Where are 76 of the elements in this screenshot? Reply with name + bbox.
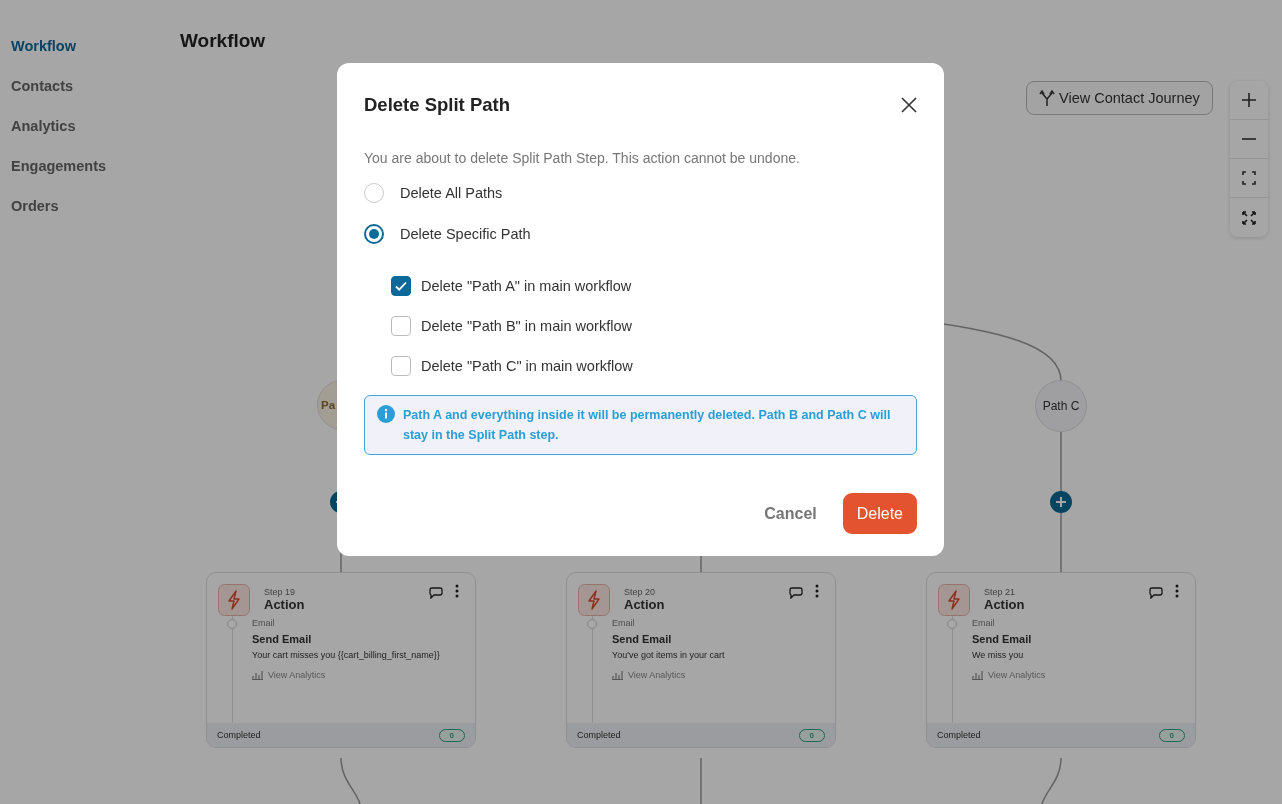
path-label: Delete "Path C" in main workflow [421, 358, 633, 374]
path-label: Delete "Path A" in main workflow [421, 278, 632, 294]
sidebar-item[interactable]: Analytics [11, 116, 150, 137]
bar-chart-icon [252, 670, 263, 680]
step-number: Step 21 [984, 587, 1017, 597]
step-type: Action [984, 597, 1026, 612]
step-card[interactable]: Step 19 Action Email Send Email Your cart misses you {{cart_billing_first_name}} View Analytics Completed 0 [206, 572, 476, 748]
sidebar-item[interactable]: Workflow [11, 36, 150, 57]
page-title: Workflow [180, 30, 267, 52]
view-analytics-link[interactable]: View Analytics [612, 670, 835, 680]
view-contact-journey-button[interactable]: View Contact Journey [1026, 81, 1213, 115]
radio-button[interactable] [364, 224, 384, 244]
bar-chart-icon [612, 670, 623, 680]
step-type: Action [624, 597, 666, 612]
timeline-dot [587, 619, 597, 629]
count-badge: 0 [1158, 728, 1185, 742]
channel-label: Email [252, 618, 276, 628]
step-type: Action [264, 597, 306, 612]
corners-icon [1242, 171, 1256, 185]
checkbox[interactable] [391, 316, 411, 336]
info-message: Path A and everything inside it will be permanently deleted. Path B and Path C will stay in the Split Path step. [403, 407, 892, 444]
lightning-icon [218, 584, 250, 616]
comment-icon[interactable] [789, 587, 803, 599]
step-number: Step 19 [264, 587, 297, 597]
status-label: Completed [577, 730, 621, 740]
dialog-title: Delete Split Path [364, 94, 510, 116]
lightning-icon [578, 584, 610, 616]
option-label: Delete All Paths [400, 185, 503, 201]
checkmark-icon [394, 279, 408, 293]
status-label: Completed [937, 730, 981, 740]
view-analytics-link[interactable]: View Analytics [972, 670, 1195, 680]
view-analytics-link[interactable]: View Analytics [252, 670, 475, 680]
connector-line [340, 757, 361, 804]
checkbox[interactable] [391, 356, 411, 376]
count-badge: 0 [438, 728, 465, 742]
info-icon [377, 405, 395, 423]
more-icon[interactable] [455, 584, 459, 598]
action-name: Send Email [972, 633, 1033, 645]
comment-icon[interactable] [1149, 587, 1163, 599]
sidebar-item[interactable]: Orders [11, 196, 150, 217]
dialog-description: You are about to delete Split Path Step. This action cannot be undone. [364, 150, 801, 166]
step-number: Step 20 [624, 587, 657, 597]
add-step-icon[interactable] [1050, 491, 1072, 513]
sidebar-item[interactable]: Engagements [11, 156, 150, 177]
path-node[interactable]: Path C [1035, 380, 1087, 432]
email-subject: You've got items in your cart [612, 650, 726, 660]
lightning-icon [938, 584, 970, 616]
connector-line [700, 757, 702, 804]
count-badge: 0 [798, 728, 825, 742]
bar-chart-icon [972, 670, 983, 680]
delete-button[interactable]: Delete [842, 493, 917, 534]
status-label: Completed [217, 730, 261, 740]
channel-label: Email [972, 618, 996, 628]
action-name: Send Email [252, 633, 313, 645]
timeline-dot [227, 619, 237, 629]
more-icon[interactable] [815, 584, 819, 598]
option-label: Delete Specific Path [400, 226, 531, 242]
plus-icon [1241, 92, 1257, 108]
cancel-button[interactable]: Cancel [764, 504, 817, 523]
email-subject: We miss you [972, 650, 1025, 660]
expand-icon [1242, 210, 1256, 225]
step-card[interactable]: Step 21 Action Email Send Email We miss you View Analytics Completed 0 [926, 572, 1196, 748]
channel-label: Email [612, 618, 636, 628]
connector-line [1041, 757, 1062, 804]
email-subject: Your cart misses you {{cart_billing_first_name}} [252, 650, 441, 660]
timeline-dot [947, 619, 957, 629]
action-name: Send Email [612, 633, 673, 645]
path-label: Delete "Path B" in main workflow [421, 318, 632, 334]
checkbox[interactable] [391, 276, 411, 296]
more-icon[interactable] [1175, 584, 1179, 598]
sidebar-item[interactable]: Contacts [11, 76, 150, 97]
step-card[interactable]: Step 20 Action Email Send Email You've got items in your cart View Analytics Completed 0 [566, 572, 836, 748]
comment-icon[interactable] [429, 587, 443, 599]
close-icon[interactable] [901, 97, 917, 113]
split-icon [1039, 89, 1055, 107]
minus-icon [1241, 138, 1257, 140]
